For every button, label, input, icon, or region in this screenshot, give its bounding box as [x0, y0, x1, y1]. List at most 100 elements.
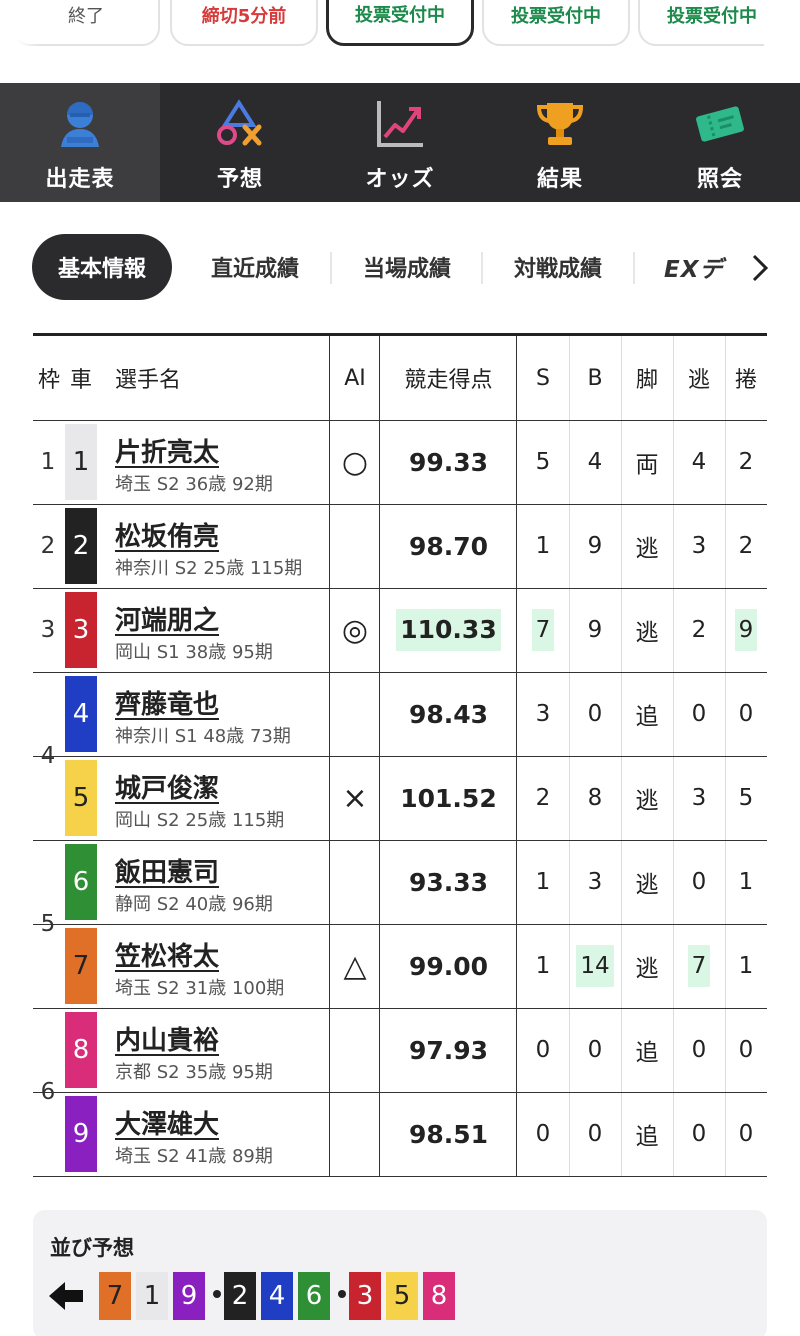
racer-name-link[interactable]: 飯田憲司	[115, 852, 219, 889]
ai-mark	[330, 672, 380, 756]
ai-mark-value: ◎	[341, 612, 369, 648]
tab-recent-results[interactable]: 直近成績	[184, 234, 326, 300]
race-score: 98.43	[380, 672, 517, 756]
stat-makuri: 9	[725, 588, 767, 672]
header-makuri: 捲	[734, 368, 757, 393]
stat-nige-value: 3	[691, 785, 707, 811]
stat-b: 14	[569, 924, 621, 1008]
car-number-badge: 4	[65, 676, 97, 752]
tab-head-to-head[interactable]: 対戦成績	[487, 234, 629, 300]
ai-mark: ○	[330, 420, 380, 504]
stat-makuri: 0	[725, 1008, 767, 1092]
tab-ex-data[interactable]: EXデ	[664, 234, 742, 300]
racing-style-value: 逃	[635, 620, 659, 646]
nav-tab-inquiry[interactable]: 照会	[640, 83, 800, 202]
racer-name-link[interactable]: 内山貴裕	[115, 1020, 219, 1057]
stat-nige: 4	[673, 420, 725, 504]
racer-name-link[interactable]: 片折亮太	[115, 432, 219, 469]
race-score-value: 98.43	[408, 699, 489, 729]
stat-b: 0	[569, 672, 621, 756]
prediction-car-badge: 7	[99, 1272, 131, 1320]
race-score-value: 93.33	[408, 867, 489, 897]
header-waku: 枠	[37, 368, 60, 393]
nav-tab-prediction[interactable]: 予想	[160, 83, 320, 202]
race-score-value: 99.33	[408, 447, 489, 477]
stat-nige-value: 0	[691, 701, 707, 727]
ai-mark: ◎	[330, 588, 380, 672]
group-separator-dot	[213, 1290, 221, 1298]
racing-style: 両	[621, 420, 673, 504]
stat-b-value: 9	[587, 617, 603, 643]
ticket-icon	[693, 97, 747, 151]
stat-s-value: 0	[535, 1037, 551, 1063]
ai-mark: ×	[330, 756, 380, 840]
ai-mark	[330, 1092, 380, 1176]
shapes-icon	[213, 97, 267, 151]
racer-name-link[interactable]: 城戸俊潔	[115, 768, 219, 805]
ai-mark	[330, 1008, 380, 1092]
line-prediction-panel: 並び予想 719246358	[33, 1210, 767, 1336]
ai-mark-value: △	[343, 948, 367, 984]
race-score-value: 98.70	[408, 531, 489, 561]
race-score-value: 110.33	[396, 609, 501, 651]
stat-b: 9	[569, 504, 621, 588]
race-score-value: 99.00	[408, 951, 489, 981]
nav-tab-entries[interactable]: 出走表	[0, 83, 160, 202]
racing-style: 逃	[621, 840, 673, 924]
stat-nige: 0	[673, 1008, 725, 1092]
race-score-value: 98.51	[408, 1119, 489, 1149]
nav-tab-odds[interactable]: オッズ	[320, 83, 480, 202]
race-tab-label: 締切5分前	[201, 6, 287, 27]
race-score: 98.70	[380, 504, 517, 588]
chevron-right-icon[interactable]	[746, 252, 774, 284]
header-ai: AI	[344, 365, 366, 391]
car-number-badge: 3	[65, 592, 97, 668]
prediction-car-badge: 2	[224, 1272, 256, 1320]
car-number-badge: 6	[65, 844, 97, 920]
racing-style-value: 追	[635, 704, 659, 730]
racer-info: 神奈川 S1 48歳 73期	[115, 726, 291, 747]
racer-info: 神奈川 S2 25歳 115期	[115, 558, 303, 579]
racing-style: 追	[621, 1092, 673, 1176]
racer-name-link[interactable]: 笠松将太	[115, 936, 219, 973]
race-score-value: 101.52	[400, 783, 497, 813]
tab-label: EXデ	[664, 257, 724, 283]
stat-nige: 3	[673, 504, 725, 588]
stat-makuri-value: 1	[738, 953, 754, 979]
racer-name-link[interactable]: 齊藤竜也	[115, 684, 219, 721]
race-tab-2[interactable]: 締切5分前	[170, 0, 318, 46]
tab-separator	[481, 252, 483, 284]
stat-b-value: 8	[587, 785, 603, 811]
racer-name-link[interactable]: 河端朋之	[115, 600, 219, 637]
tab-basic-info[interactable]: 基本情報	[32, 234, 172, 300]
stat-b: 9	[569, 588, 621, 672]
stat-nige-value: 4	[691, 449, 707, 475]
group-separator-dot	[338, 1290, 346, 1298]
race-tab-3[interactable]: 投票受付中	[326, 0, 474, 46]
stat-b: 8	[569, 756, 621, 840]
header-score: 競走得点	[404, 368, 493, 393]
stat-nige-value: 0	[691, 1037, 707, 1063]
racing-style-value: 追	[635, 1040, 659, 1066]
racer-info: 岡山 S1 38歳 95期	[115, 642, 273, 663]
prediction-car-badge: 1	[136, 1272, 168, 1320]
ai-mark	[330, 840, 380, 924]
stat-s-value: 5	[535, 449, 551, 475]
arrow-left-icon	[49, 1282, 83, 1310]
racer-name-link[interactable]: 大澤雄大	[115, 1104, 219, 1141]
stat-makuri: 1	[725, 924, 767, 1008]
nav-tab-results[interactable]: 結果	[480, 83, 640, 202]
stat-nige-value: 0	[691, 1121, 707, 1147]
race-selector: 終了 締切5分前 投票受付中 投票受付中 投票受付中	[0, 0, 800, 50]
racer-name-link[interactable]: 松坂侑亮	[115, 516, 219, 553]
header-s: S	[536, 365, 550, 391]
tab-venue-results[interactable]: 当場成績	[336, 234, 478, 300]
stat-s-value: 1	[535, 953, 551, 979]
prediction-car-badge: 4	[261, 1272, 293, 1320]
racer-info: 京都 S2 35歳 95期	[115, 1062, 273, 1083]
stat-makuri-value: 2	[738, 449, 754, 475]
prediction-car-badge: 5	[386, 1272, 418, 1320]
racer-info: 静岡 S2 40歳 96期	[115, 894, 273, 915]
stat-makuri-value: 2	[738, 533, 754, 559]
race-tab-4[interactable]: 投票受付中	[482, 0, 630, 46]
